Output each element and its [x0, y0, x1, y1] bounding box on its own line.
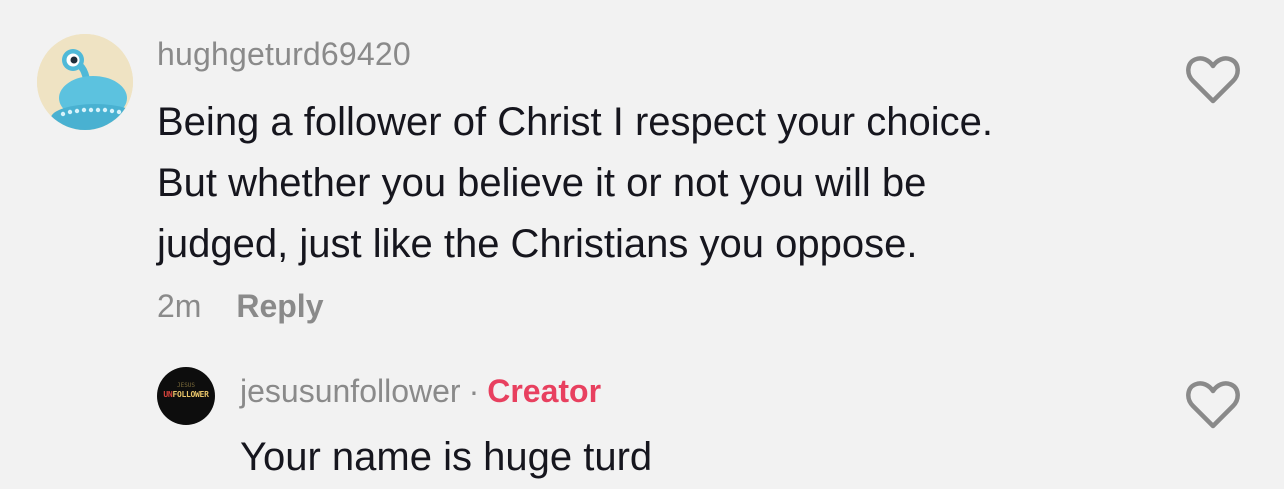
comments-panel: hughgeturd69420 Being a follower of Chri… [0, 0, 1284, 489]
heart-outline-icon [1186, 381, 1240, 429]
separator-dot: · [468, 373, 480, 409]
reply-like-button[interactable] [1185, 380, 1241, 430]
reply-text: Your name is huge turd [240, 435, 653, 479]
reply-header: jesusunfollower · Creator [240, 373, 601, 410]
comment-text-line: But whether you believe it or not you wi… [157, 161, 927, 205]
reply-avatar[interactable]: JESUS UNFOLLOWER [157, 367, 215, 425]
comment-username[interactable]: hughgeturd69420 [157, 36, 411, 73]
comment-text: Being a follower of Christ I respect you… [157, 92, 1117, 275]
comment-timestamp: 2m [157, 288, 202, 324]
like-button[interactable] [1185, 55, 1241, 105]
reply-button[interactable]: Reply [236, 288, 323, 324]
alien-ufo-avatar-icon [37, 34, 133, 130]
avatar[interactable] [37, 34, 133, 130]
jesus-unfollower-logo-icon: UNFOLLOWER [163, 390, 209, 399]
comment-meta: 2m Reply [157, 288, 323, 325]
comment-text-line: Being a follower of Christ I respect you… [157, 100, 993, 144]
comment-text-line: judged, just like the Christians you opp… [157, 222, 918, 266]
heart-outline-icon [1186, 56, 1240, 104]
creator-badge: Creator [487, 373, 602, 409]
reply-username[interactable]: jesusunfollower [240, 373, 461, 409]
